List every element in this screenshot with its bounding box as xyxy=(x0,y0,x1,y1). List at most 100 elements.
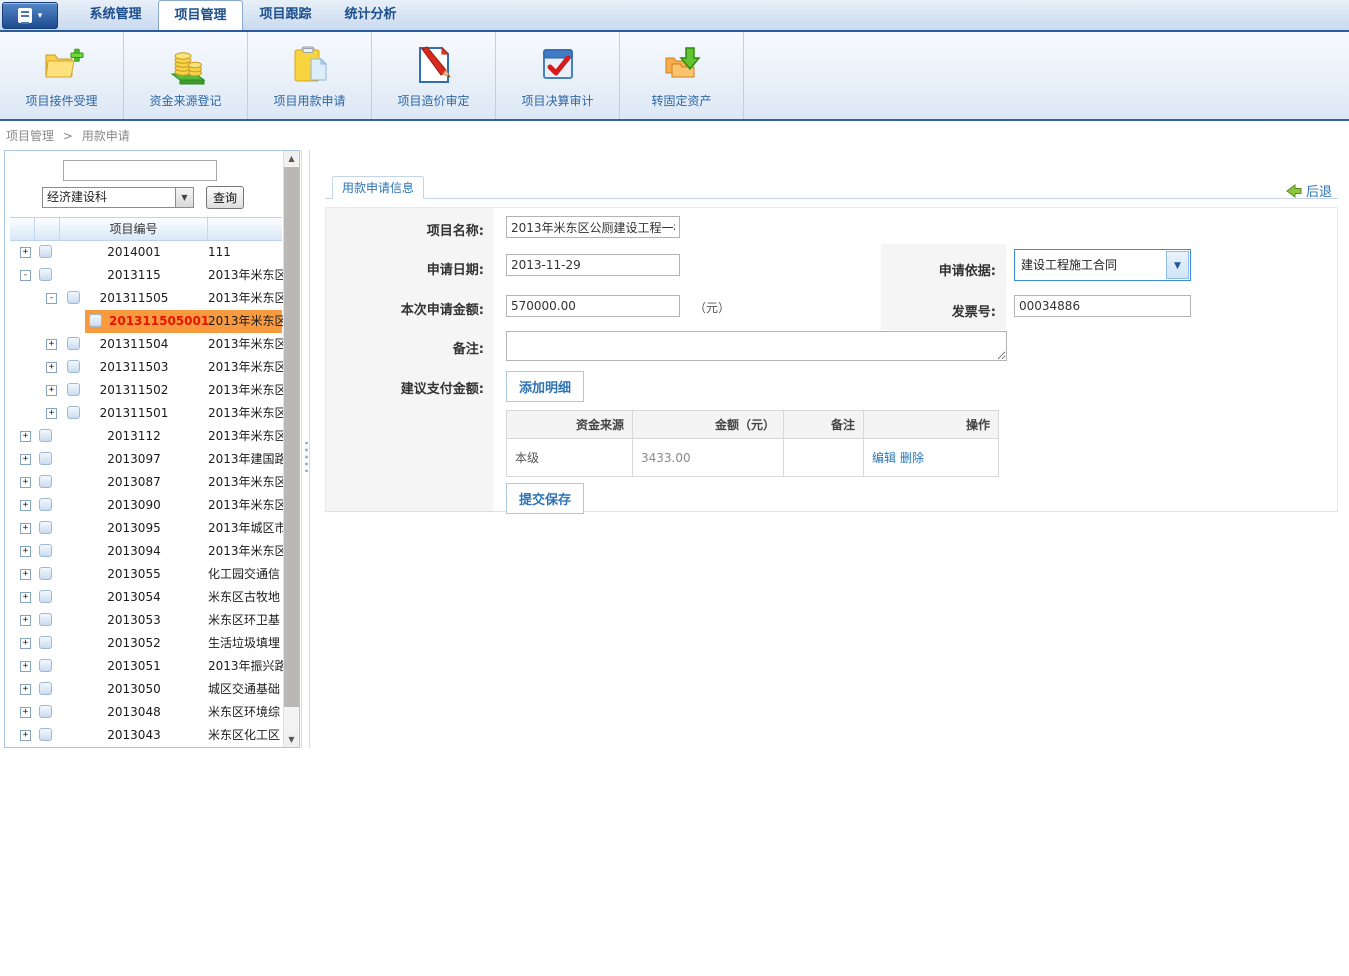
row-checkbox[interactable] xyxy=(89,314,102,327)
project-name-input[interactable] xyxy=(506,216,680,238)
row-checkbox[interactable] xyxy=(39,567,52,580)
project-id: 201311505001 xyxy=(109,310,209,333)
project-id: 201311502 xyxy=(60,379,208,402)
row-checkbox[interactable] xyxy=(39,659,52,672)
toolbar-item-to-fixed-asset[interactable]: 转固定资产 xyxy=(620,32,744,119)
row-checkbox[interactable] xyxy=(39,452,52,465)
tree-row[interactable]: +20130972013年建国路 xyxy=(5,448,282,471)
tree-row[interactable]: +2013048米东区环境综 xyxy=(5,701,282,724)
tree-row[interactable]: 2013115050012013年米东区 xyxy=(5,310,282,333)
expand-icon[interactable]: + xyxy=(20,500,31,511)
tree-row[interactable]: +2014001111 xyxy=(5,241,282,264)
breadcrumb: 项目管理 > 用款申请 xyxy=(6,127,130,144)
tree-row[interactable]: +2013054米东区古牧地 xyxy=(5,586,282,609)
tab-tracking[interactable]: 项目跟踪 xyxy=(243,0,328,30)
tree-row[interactable]: -2013115052013年米东区 xyxy=(5,287,282,310)
expand-icon[interactable]: + xyxy=(20,431,31,442)
expand-icon[interactable]: + xyxy=(20,592,31,603)
row-checkbox[interactable] xyxy=(39,268,52,281)
actions-cell: 编辑删除 xyxy=(864,439,999,477)
row-checkbox[interactable] xyxy=(39,613,52,626)
expand-icon[interactable]: + xyxy=(20,684,31,695)
row-checkbox[interactable] xyxy=(39,728,52,741)
delete-link[interactable]: 删除 xyxy=(900,451,924,465)
tab-statistics[interactable]: 统计分析 xyxy=(328,0,413,30)
amount-cell: 3433.00 xyxy=(633,439,784,477)
expand-icon[interactable]: + xyxy=(20,454,31,465)
row-checkbox[interactable] xyxy=(39,636,52,649)
tree-row[interactable]: +2013115032013年米东区 xyxy=(5,356,282,379)
tree-row[interactable]: +2013115042013年米东区 xyxy=(5,333,282,356)
tree-row[interactable]: +2013050城区交通基础 xyxy=(5,678,282,701)
scroll-up-icon[interactable]: ▲ xyxy=(284,151,299,166)
tree-row[interactable]: +20130512013年振兴路 xyxy=(5,655,282,678)
collapse-icon[interactable]: - xyxy=(20,270,31,281)
expand-icon[interactable]: + xyxy=(46,385,57,396)
tab-system[interactable]: 系统管理 xyxy=(73,0,158,30)
tree-row[interactable]: +2013115012013年米东区 xyxy=(5,402,282,425)
expand-icon[interactable]: + xyxy=(46,408,57,419)
tree-row[interactable]: +20130952013年城区市 xyxy=(5,517,282,540)
back-link[interactable]: 后退 xyxy=(1286,181,1332,200)
main-menu-button[interactable]: ▾ xyxy=(2,2,58,29)
toolbar-item-payment-request[interactable]: 项目用款申请 xyxy=(248,32,372,119)
apply-basis-select[interactable]: 建设工程施工合同 ▼ xyxy=(1014,249,1191,281)
expand-icon[interactable]: + xyxy=(20,247,31,258)
tree-row[interactable]: +20131122013年米东区 xyxy=(5,425,282,448)
clipboard-document-icon xyxy=(288,43,332,87)
apply-date-input[interactable] xyxy=(506,254,680,276)
expand-icon[interactable]: + xyxy=(20,477,31,488)
audit-check-icon xyxy=(536,43,580,87)
tab-payment-request-info[interactable]: 用款申请信息 xyxy=(332,176,424,199)
toolbar-item-label: 项目造价审定 xyxy=(397,92,469,109)
submit-save-button[interactable]: 提交保存 xyxy=(506,483,584,514)
expand-icon[interactable]: + xyxy=(20,661,31,672)
expand-icon[interactable]: + xyxy=(20,569,31,580)
edit-link[interactable]: 编辑 xyxy=(872,451,896,465)
project-id: 2013090 xyxy=(60,494,208,517)
tree-row[interactable]: +2013115022013年米东区 xyxy=(5,379,282,402)
row-checkbox[interactable] xyxy=(39,475,52,488)
row-checkbox[interactable] xyxy=(39,682,52,695)
tree-row[interactable]: +2013055化工园交通信 xyxy=(5,563,282,586)
add-detail-button[interactable]: 添加明细 xyxy=(506,371,584,402)
apply-amount-input[interactable] xyxy=(506,295,680,317)
expand-icon[interactable]: + xyxy=(20,638,31,649)
panel-splitter[interactable] xyxy=(301,150,310,748)
tree-scrollbar[interactable]: ▲ ▼ xyxy=(283,151,299,747)
tree-row[interactable]: +20130872013年米东区 xyxy=(5,471,282,494)
detail-col-header: 备注 xyxy=(784,411,864,439)
scroll-down-icon[interactable]: ▼ xyxy=(284,732,299,747)
tree-row[interactable]: +20130902013年米东区 xyxy=(5,494,282,517)
tree-row[interactable]: +20130942013年米东区 xyxy=(5,540,282,563)
row-checkbox[interactable] xyxy=(39,521,52,534)
collapse-icon[interactable]: - xyxy=(46,293,57,304)
invoice-no-label: 发票号: xyxy=(881,301,996,320)
expand-icon[interactable]: + xyxy=(46,339,57,350)
toolbar-item-cost-review[interactable]: 项目造价审定 xyxy=(372,32,496,119)
row-checkbox[interactable] xyxy=(39,498,52,511)
expand-icon[interactable]: + xyxy=(46,362,57,373)
expand-icon[interactable]: + xyxy=(20,707,31,718)
toolbar-item-final-audit[interactable]: 项目决算审计 xyxy=(496,32,620,119)
scrollbar-thumb[interactable] xyxy=(284,167,299,707)
expand-icon[interactable]: + xyxy=(20,615,31,626)
toolbar-item-accept[interactable]: 项目接件受理 xyxy=(0,32,124,119)
row-checkbox[interactable] xyxy=(39,705,52,718)
row-checkbox[interactable] xyxy=(39,590,52,603)
invoice-no-input[interactable] xyxy=(1014,295,1191,317)
remark-textarea[interactable] xyxy=(506,331,1007,361)
expand-icon[interactable]: + xyxy=(20,523,31,534)
toolbar-item-fund-source[interactable]: 资金来源登记 xyxy=(124,32,248,119)
tree-row[interactable]: +2013052生活垃圾填埋 xyxy=(5,632,282,655)
row-checkbox[interactable] xyxy=(39,429,52,442)
tab-project[interactable]: 项目管理 xyxy=(158,0,243,30)
project-name: 2013年振兴路 xyxy=(208,655,284,678)
expand-icon[interactable]: + xyxy=(20,730,31,741)
tree-row[interactable]: +2013043米东区化工区 xyxy=(5,724,282,747)
tree-row[interactable]: -20131152013年米东区 xyxy=(5,264,282,287)
expand-icon[interactable]: + xyxy=(20,546,31,557)
row-checkbox[interactable] xyxy=(39,544,52,557)
tree-row[interactable]: +2013053米东区环卫基 xyxy=(5,609,282,632)
row-checkbox[interactable] xyxy=(39,245,52,258)
